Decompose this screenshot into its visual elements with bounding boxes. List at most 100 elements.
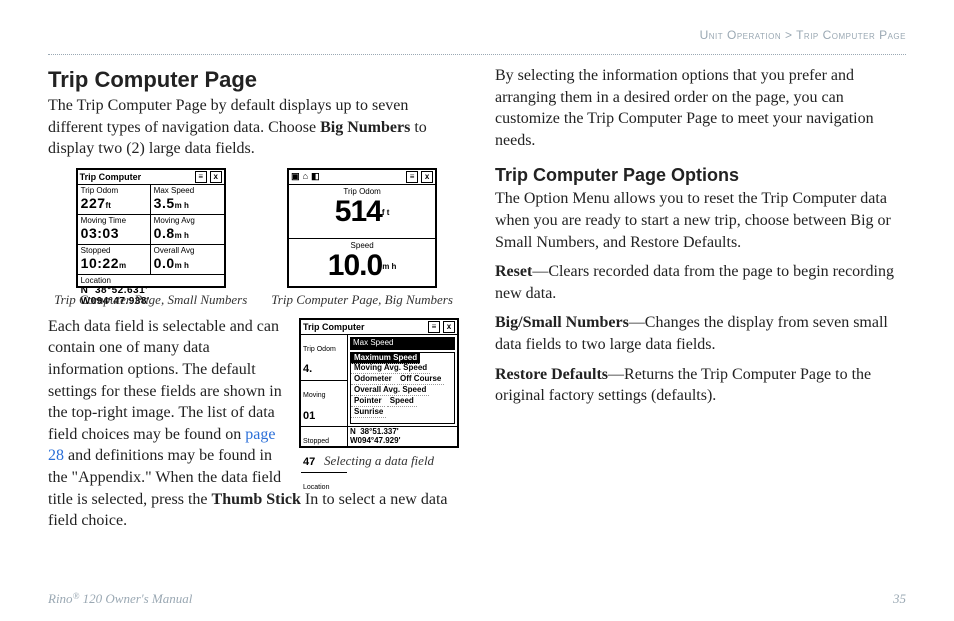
- status-icon: ▣: [291, 171, 300, 182]
- field-label: Max Speed: [154, 186, 221, 195]
- field-value: 0.0: [154, 255, 175, 271]
- mini-trip-odom: Trip Odom 4.: [301, 335, 347, 381]
- device-big-display: Trip Odom 514 f t Speed 10.0 m: [289, 185, 435, 287]
- field-label: Moving Time: [81, 216, 147, 225]
- field-value: 3.5: [154, 195, 175, 211]
- intro-paragraph: The Trip Computer Page by default displa…: [48, 95, 459, 160]
- menu-icon: ≡: [428, 321, 440, 333]
- device-selecting-icons: ≡ х: [428, 321, 455, 333]
- field-value: 03:03: [81, 225, 119, 241]
- field-value: 10:22: [81, 255, 119, 271]
- caption-selecting: Selecting a data field: [299, 452, 459, 470]
- field-value: 4.: [303, 363, 312, 375]
- menu-icon: ≡: [406, 171, 418, 183]
- field-unit: m: [119, 261, 126, 270]
- field-label: Trip Odom: [81, 186, 147, 195]
- breadcrumb-section: Unit Operation: [700, 28, 782, 42]
- menu-icon: ≡: [195, 171, 207, 183]
- device-big-status-icons: ▣ ⌂ ◧: [291, 171, 406, 182]
- field-value: 514: [335, 198, 382, 225]
- footer-manual: Rino® 120 Owner's Manual: [48, 591, 192, 607]
- close-icon: х: [443, 321, 455, 333]
- figure-small-numbers: Trip Computer ≡ х Trip Odom 227ft: [54, 168, 247, 308]
- field-label: Moving Avg: [154, 216, 221, 225]
- field-label: Stopped: [81, 246, 147, 255]
- device-selecting: Trip Computer ≡ х Trip Odom 4.: [299, 318, 459, 448]
- device-small-icons: ≡ х: [195, 171, 222, 183]
- options-intro: The Option Menu allows you to reset the …: [495, 188, 906, 253]
- content-columns: Trip Computer Page The Trip Computer Pag…: [48, 63, 906, 540]
- sel-item: Speed: [387, 395, 417, 407]
- caption-big: Trip Computer Page, Big Numbers: [271, 292, 453, 308]
- field-trip-odom: Trip Odom 227ft: [78, 185, 151, 215]
- field-label: Stopped: [303, 438, 329, 445]
- status-icon: ◧: [311, 171, 320, 182]
- sel-menu: Maximum Speed Moving Avg. Speed Odometer…: [350, 352, 455, 425]
- field-unit: f t: [382, 208, 390, 217]
- field-value: 01: [303, 410, 315, 422]
- field-unit: m h: [175, 201, 189, 210]
- breadcrumb-page: Trip Computer Page: [796, 28, 906, 42]
- field-moving-avg: Moving Avg 0.8m h: [151, 215, 224, 245]
- device-big: ▣ ⌂ ◧ ≡ х Trip Odom: [287, 168, 437, 288]
- footer-page-number: 35: [893, 591, 906, 607]
- breadcrumb-sep: >: [781, 28, 796, 42]
- field-overall-avg: Overall Avg 0.0m h: [151, 245, 224, 275]
- device-small-grid: Trip Odom 227ft Max Speed 3.5m h Moving …: [78, 185, 224, 287]
- field-label: Trip Odom: [303, 346, 336, 353]
- device-small: Trip Computer ≡ х Trip Odom 227ft: [76, 168, 226, 288]
- para2: Trip Computer ≡ х Trip Odom 4.: [48, 316, 459, 532]
- footer-manual-name: Rino: [48, 591, 73, 606]
- sel-item: Sunrise: [351, 406, 386, 418]
- option-label: Reset: [495, 263, 532, 280]
- option-bigsmall: Big/Small Numbers—Changes the display fr…: [495, 312, 906, 355]
- field-value: 0.8: [154, 225, 175, 241]
- sel-right-column: Max Speed Maximum Speed Moving Avg. Spee…: [348, 335, 457, 447]
- close-icon: х: [210, 171, 222, 183]
- device-small-titlebar: Trip Computer ≡ х: [78, 170, 224, 185]
- device-selecting-titlebar: Trip Computer ≡ х: [301, 320, 457, 335]
- device-selecting-title: Trip Computer: [303, 321, 428, 333]
- device-big-titlebar: ▣ ⌂ ◧ ≡ х: [289, 170, 435, 185]
- status-icon: ⌂: [303, 171, 308, 182]
- figure-row: Trip Computer ≡ х Trip Odom 227ft: [48, 168, 459, 308]
- header-divider: [48, 54, 906, 55]
- breadcrumb: Unit Operation > Trip Computer Page: [48, 28, 906, 42]
- field-value: 47: [303, 456, 315, 468]
- field-unit: m h: [382, 262, 396, 271]
- option-restore: Restore Defaults—Returns the Trip Comput…: [495, 364, 906, 407]
- device-selecting-body: Trip Odom 4. Moving 01 Stopped 47: [301, 335, 457, 447]
- left-column: Trip Computer Page The Trip Computer Pag…: [48, 63, 459, 540]
- field-label: Moving: [303, 392, 326, 399]
- big-field-trip-odom: Trip Odom 514 f t: [289, 185, 435, 239]
- option-text: —Clears recorded data from the page to b…: [495, 263, 894, 302]
- field-unit: ft: [106, 201, 111, 210]
- figure-selecting: Trip Computer ≡ х Trip Odom 4.: [299, 318, 459, 470]
- option-reset: Reset—Clears recorded data from the page…: [495, 261, 906, 304]
- option-label: Big/Small Numbers: [495, 314, 629, 331]
- option-label: Restore Defaults: [495, 366, 608, 383]
- sel-item: Pointer: [351, 395, 385, 407]
- intro-bold: Big Numbers: [320, 119, 410, 136]
- figure-big-numbers: ▣ ⌂ ◧ ≡ х Trip Odom: [271, 168, 453, 308]
- para2-text-a: Each data field is selectable and can co…: [48, 318, 282, 443]
- caption-small: Trip Computer Page, Small Numbers: [54, 292, 247, 308]
- field-label: Overall Avg: [154, 246, 221, 255]
- para2-bold: Thumb Stick: [212, 491, 301, 508]
- big-field-speed: Speed 10.0 m h: [289, 239, 435, 287]
- sel-left-column: Trip Odom 4. Moving 01 Stopped 47: [301, 335, 348, 447]
- mini-moving: Moving 01: [301, 381, 347, 427]
- right-column: By selecting the information options tha…: [495, 63, 906, 540]
- device-big-icons: ≡ х: [406, 171, 433, 183]
- sel-location: N 38°51.337' W094°47.929': [348, 426, 457, 447]
- sel-highlight: Max Speed: [350, 337, 455, 350]
- page-footer: Rino® 120 Owner's Manual 35: [48, 591, 906, 607]
- options-heading: Trip Computer Page Options: [495, 165, 906, 186]
- field-max-speed: Max Speed 3.5m h: [151, 185, 224, 215]
- page-title: Trip Computer Page: [48, 67, 459, 93]
- manual-page: Unit Operation > Trip Computer Page Trip…: [0, 0, 954, 621]
- close-icon: х: [421, 171, 433, 183]
- field-value: 227: [81, 195, 106, 211]
- device-small-title: Trip Computer: [80, 172, 195, 182]
- field-value: 10.0: [328, 252, 382, 279]
